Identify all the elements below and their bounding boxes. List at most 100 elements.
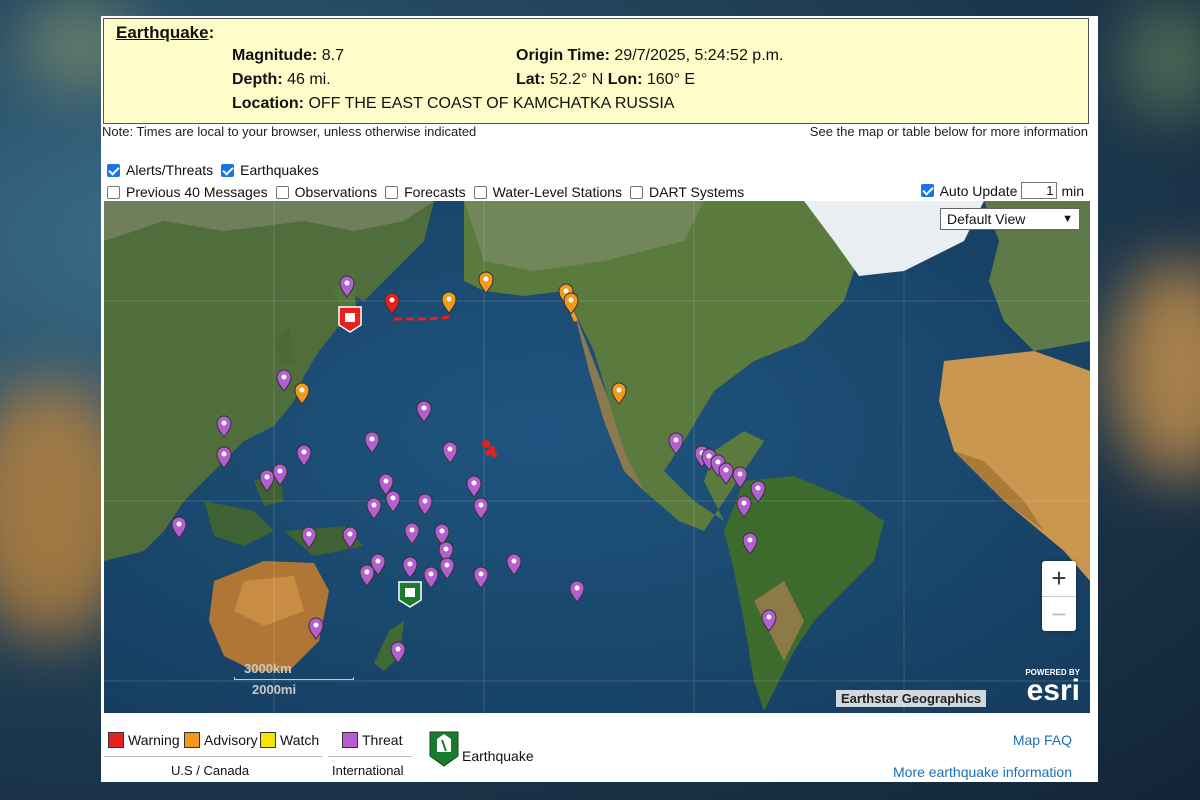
marker-dot <box>737 471 743 477</box>
earthquakes-toggle[interactable]: Earthquakes <box>221 162 319 178</box>
observations-toggle[interactable]: Observations <box>275 184 377 200</box>
map-canvas <box>104 201 1090 713</box>
marker-dot <box>706 453 712 459</box>
earthquake-icon <box>429 731 459 767</box>
marker-dot <box>563 288 569 294</box>
marker-dot <box>301 449 307 455</box>
marker-dot <box>747 537 753 543</box>
advisory-swatch <box>184 732 200 748</box>
legend-warning: Warning <box>108 732 180 748</box>
marker-dot <box>407 561 413 567</box>
auto-update-checkbox[interactable] <box>920 184 934 197</box>
forecasts-checkbox[interactable] <box>385 185 399 199</box>
epicenter-house <box>405 588 415 597</box>
marker-dot <box>347 531 353 537</box>
marker-dot <box>478 502 484 508</box>
marker-dot <box>483 276 489 282</box>
scale-bar: 3000km 2000mi <box>234 661 354 697</box>
depth-field: Depth: 46 mi. <box>232 71 331 88</box>
intl-separator <box>328 756 412 757</box>
zoom-out-button[interactable]: − <box>1042 596 1076 631</box>
marker-dot <box>478 571 484 577</box>
view-select[interactable]: Default View ▼ <box>940 208 1080 230</box>
marker-dot <box>766 614 772 620</box>
us-canada-label: U.S / Canada <box>171 763 250 778</box>
zoom-in-button[interactable]: + <box>1042 561 1076 596</box>
legend-threat: Threat <box>342 732 402 748</box>
marker-dot <box>616 387 622 393</box>
marker-dot <box>375 558 381 564</box>
marker-dot <box>422 498 428 504</box>
marker-dot <box>299 387 305 393</box>
dart-checkbox[interactable] <box>630 185 644 199</box>
alerts-checkbox[interactable] <box>107 163 120 177</box>
marker-dot <box>264 474 270 480</box>
map-note: See the map or table below for more info… <box>809 124 1088 139</box>
auto-update-control: Auto Update 1 min <box>920 182 1084 199</box>
attribution: Earthstar Geographics <box>836 690 987 707</box>
alerts-toggle[interactable]: Alerts/Threats <box>107 162 213 178</box>
layer-row-2: Previous 40 Messages Observations Foreca… <box>107 184 752 200</box>
marker-dot <box>741 500 747 506</box>
marker-dot <box>395 646 401 652</box>
earthquake-title: Earthquake: <box>116 23 215 42</box>
marker-dot <box>390 495 396 501</box>
marker-dot <box>444 562 450 568</box>
dart-toggle[interactable]: DART Systems <box>630 184 744 200</box>
time-note: Note: Times are local to your browser, u… <box>102 124 477 139</box>
forecasts-toggle[interactable]: Forecasts <box>385 184 466 200</box>
map-faq-link[interactable]: Map FAQ <box>1013 732 1072 748</box>
marker-dot <box>723 467 729 473</box>
marker-dot <box>371 502 377 508</box>
marker-dot <box>221 451 227 457</box>
marker-dot <box>428 571 434 577</box>
coordinates-field: Lat: 52.2° N Lon: 160° E <box>516 71 696 88</box>
marker-dot <box>389 297 395 303</box>
earthquakes-checkbox[interactable] <box>221 163 235 177</box>
epicenter-house <box>345 313 355 322</box>
water-level-toggle[interactable]: Water-Level Stations <box>473 184 622 200</box>
us-separator <box>104 756 322 757</box>
marker-dot <box>471 480 477 486</box>
auto-update-input[interactable]: 1 <box>1021 182 1058 199</box>
tsunami-page: Earthquake: Magnitude: 8.7 Depth: 46 mi.… <box>101 16 1098 782</box>
marker-dot <box>277 468 283 474</box>
legend-advisory: Advisory <box>184 732 258 748</box>
marker-dot <box>574 585 580 591</box>
location-field: Location: OFF THE EAST COAST OF KAMCHATK… <box>232 95 675 112</box>
earthquake-info-box: Earthquake: Magnitude: 8.7 Depth: 46 mi.… <box>103 18 1089 124</box>
magnitude-field: Magnitude: 8.7 <box>232 47 345 64</box>
marker-dot <box>421 405 427 411</box>
marker-dot <box>369 436 375 442</box>
water-level-checkbox[interactable] <box>473 185 487 199</box>
chevron-down-icon: ▼ <box>1062 213 1073 225</box>
observations-checkbox[interactable] <box>275 185 289 199</box>
marker-dot <box>447 446 453 452</box>
layer-row-1: Alerts/Threats Earthquakes <box>107 162 327 178</box>
marker-dot <box>446 296 452 302</box>
marker-dot <box>313 622 319 628</box>
previous-checkbox[interactable] <box>107 185 120 199</box>
marker-dot <box>176 521 182 527</box>
previous-toggle[interactable]: Previous 40 Messages <box>107 184 268 200</box>
marker-dot <box>673 437 679 443</box>
more-info-link[interactable]: More earthquake information <box>893 764 1072 780</box>
marker-dot <box>715 459 721 465</box>
marker-dot <box>443 546 449 552</box>
marker-dot <box>755 485 761 491</box>
legend-earthquake: Earthquake <box>428 730 534 768</box>
marker-dot <box>383 478 389 484</box>
international-label: International <box>332 763 404 778</box>
marker-dot <box>511 558 517 564</box>
watch-swatch <box>260 732 276 748</box>
warning-swatch <box>108 732 124 748</box>
marker-dot <box>568 297 574 303</box>
esri-logo: POWERED BY esri <box>1025 668 1080 707</box>
threat-swatch <box>342 732 358 748</box>
tsunami-map[interactable]: Default View ▼ + − 3000km 2000mi Earthst… <box>104 201 1090 713</box>
marker-dot <box>306 531 312 537</box>
marker-dot <box>221 420 227 426</box>
legend-watch: Watch <box>260 732 319 748</box>
marker-dot <box>364 569 370 575</box>
marker-dot <box>281 374 287 380</box>
